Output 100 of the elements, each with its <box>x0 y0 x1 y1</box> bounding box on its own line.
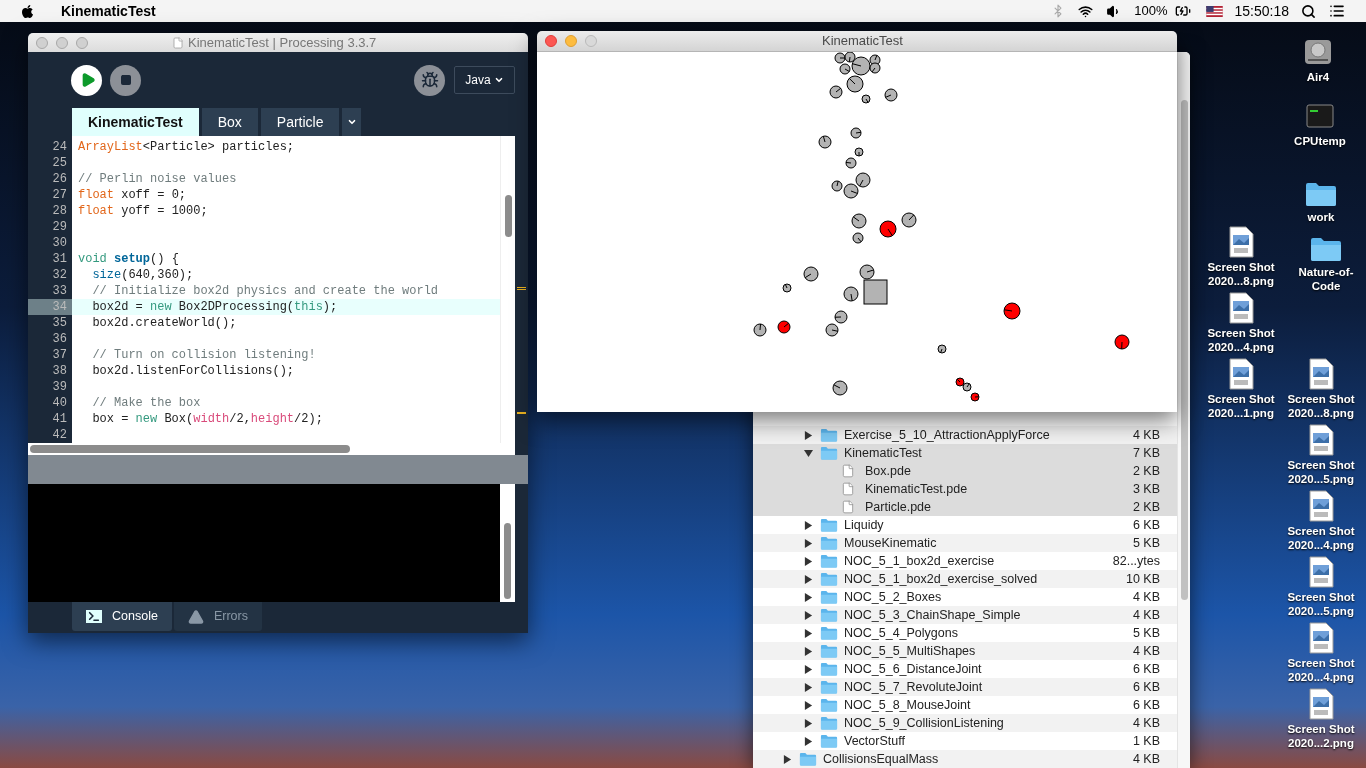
stop-button[interactable] <box>110 64 141 96</box>
file-name: Particle.pde <box>865 498 931 516</box>
document-icon <box>841 499 855 515</box>
search-icon[interactable] <box>1301 3 1316 19</box>
desktop-icon-label[interactable]: Screen Shot 2020...5.png <box>1283 590 1359 618</box>
file-name: CollisionsEqualMass <box>823 750 939 768</box>
desktop-icon-label[interactable]: Screen Shot 2020...5.png <box>1283 458 1359 486</box>
file-list-row[interactable]: NOC_5_5_MultiShapes 4 KB <box>753 642 1177 660</box>
desktop-icon-label[interactable]: Screen Shot 2020...4.png <box>1283 524 1359 552</box>
line-number: 41 <box>52 411 67 427</box>
file-list-row[interactable]: NOC_5_3_ChainShape_Simple 4 KB <box>753 606 1177 624</box>
file-size: 6 KB <box>1132 696 1160 714</box>
file-list-row[interactable]: NOC_5_1_box2d_exercise_solved 10 KB <box>753 570 1177 588</box>
file-list-row[interactable]: CollisionsEqualMass 4 KB <box>753 750 1177 768</box>
file-list-row[interactable]: Particle.pde 2 KB <box>753 498 1177 516</box>
desktop-icon-label[interactable]: Screen Shot 2020...1.png <box>1203 392 1279 420</box>
editor-tab[interactable]: Box <box>201 108 258 136</box>
scrollbar-thumb[interactable] <box>504 523 511 599</box>
disclosure-triangle-icon[interactable] <box>804 610 813 620</box>
file-list-row[interactable]: NOC_5_9_CollisionListening 4 KB <box>753 714 1177 732</box>
desktop-icon-label[interactable]: Air4 <box>1280 70 1356 84</box>
scrollbar-thumb[interactable] <box>1180 100 1188 600</box>
folder-icon <box>799 752 817 766</box>
folder-icon <box>820 608 838 622</box>
flag-icon[interactable] <box>1205 5 1223 17</box>
file-list-row[interactable]: NOC_5_7_RevoluteJoint 6 KB <box>753 678 1177 696</box>
disclosure-triangle-icon[interactable] <box>804 574 813 584</box>
scrollbar-thumb[interactable] <box>504 195 512 237</box>
console-tab[interactable]: Errors <box>173 602 262 631</box>
debug-button[interactable] <box>414 64 445 96</box>
disclosure-triangle-icon[interactable] <box>804 430 813 440</box>
disclosure-triangle-icon[interactable] <box>804 556 813 566</box>
file-list-row[interactable]: MouseKinematic 5 KB <box>753 534 1177 552</box>
disclosure-triangle-icon[interactable] <box>783 754 792 764</box>
folder-icon <box>820 572 838 586</box>
marker-line[interactable] <box>517 287 526 290</box>
code-line: // Make the box <box>91 395 202 411</box>
file-size: 4 KB <box>1132 642 1160 660</box>
disclosure-triangle-icon[interactable] <box>804 520 813 530</box>
file-name: KinematicTest <box>844 444 922 462</box>
file-name: Box.pde <box>865 462 911 480</box>
disclosure-triangle-icon[interactable] <box>804 628 813 638</box>
desktop-icon-label[interactable]: Screen Shot 2020...4.png <box>1283 656 1359 684</box>
apple-logo-icon[interactable] <box>20 3 35 19</box>
desktop-icon-label[interactable]: CPUtemp <box>1282 134 1358 148</box>
disclosure-triangle-icon[interactable] <box>804 538 813 548</box>
desktop-icon-label[interactable]: Screen Shot 2020...4.png <box>1203 326 1279 354</box>
file-name: NOC_5_3_ChainShape_Simple <box>844 606 1021 624</box>
close-button[interactable] <box>545 35 557 47</box>
line-number: 35 <box>52 315 67 331</box>
desktop-icon-label[interactable]: Nature-of-Code <box>1288 265 1364 293</box>
desktop-icon-label[interactable]: work <box>1283 210 1359 224</box>
run-button[interactable] <box>71 64 102 96</box>
file-list-row[interactable]: KinematicTest 7 KB <box>753 444 1177 462</box>
disclosure-triangle-icon[interactable] <box>804 718 813 728</box>
file-size: 6 KB <box>1132 660 1160 678</box>
app-menu[interactable]: KinematicTest <box>61 0 156 22</box>
editor-tab[interactable]: Particle <box>260 108 340 136</box>
folder-icon <box>820 644 838 658</box>
code-line: // Initialize box2d physics and create the world <box>91 283 440 299</box>
disclosure-triangle-icon[interactable] <box>804 592 813 602</box>
list-icon[interactable] <box>1328 3 1346 19</box>
file-list-row[interactable]: Exercise_5_10_AttractionApplyForce 4 KB <box>753 426 1177 444</box>
image-file-icon <box>1307 688 1335 720</box>
desktop-icon-label[interactable]: Screen Shot 2020...8.png <box>1283 392 1359 420</box>
file-list-row[interactable]: KinematicTest.pde 3 KB <box>753 480 1177 498</box>
line-number: 34 <box>52 299 67 315</box>
file-size: 3 KB <box>1132 480 1160 498</box>
desktop-icon-label[interactable]: Screen Shot 2020...8.png <box>1203 260 1279 288</box>
file-size: 6 KB <box>1132 678 1160 696</box>
editor-tab[interactable]: KinematicTest <box>72 108 199 136</box>
disclosure-triangle-icon[interactable] <box>804 448 813 458</box>
file-list-row[interactable]: Box.pde 2 KB <box>753 462 1177 480</box>
line-number: 24 <box>52 139 67 155</box>
battery-percent[interactable]: 100% <box>1134 1 1168 21</box>
folder-icon <box>820 716 838 730</box>
folder-icon <box>820 626 838 640</box>
code-line: float xoff = 0; <box>78 187 188 203</box>
file-name: Liquidy <box>844 516 884 534</box>
disclosure-triangle-icon[interactable] <box>804 736 813 746</box>
line-number: 37 <box>52 347 67 363</box>
wifi-icon[interactable] <box>1077 3 1095 19</box>
disclosure-triangle-icon[interactable] <box>804 682 813 692</box>
file-size: 10 KB <box>1125 570 1160 588</box>
disclosure-triangle-icon[interactable] <box>804 664 813 674</box>
image-file-icon <box>1307 556 1335 588</box>
desktop-icon-label[interactable]: Screen Shot 2020...2.png <box>1283 722 1359 750</box>
code-line: box2d.createWorld(); <box>91 315 238 331</box>
folder-icon <box>820 518 838 532</box>
scrollbar-thumb[interactable] <box>30 445 350 453</box>
disclosure-triangle-icon[interactable] <box>804 700 813 710</box>
mode-dropdown[interactable]: Java <box>454 66 515 94</box>
console-tab[interactable]: Console <box>72 602 172 631</box>
file-name: KinematicTest.pde <box>865 480 968 498</box>
disclosure-triangle-icon[interactable] <box>804 646 813 656</box>
tab-menu-button[interactable] <box>342 108 362 136</box>
image-file-icon <box>1227 226 1255 258</box>
window-title: KinematicTest | Processing 3.3.7 <box>188 33 377 52</box>
menu-bar-clock[interactable]: 15:50:18 <box>1234 0 1289 22</box>
file-size: 1 KB <box>1132 732 1160 750</box>
